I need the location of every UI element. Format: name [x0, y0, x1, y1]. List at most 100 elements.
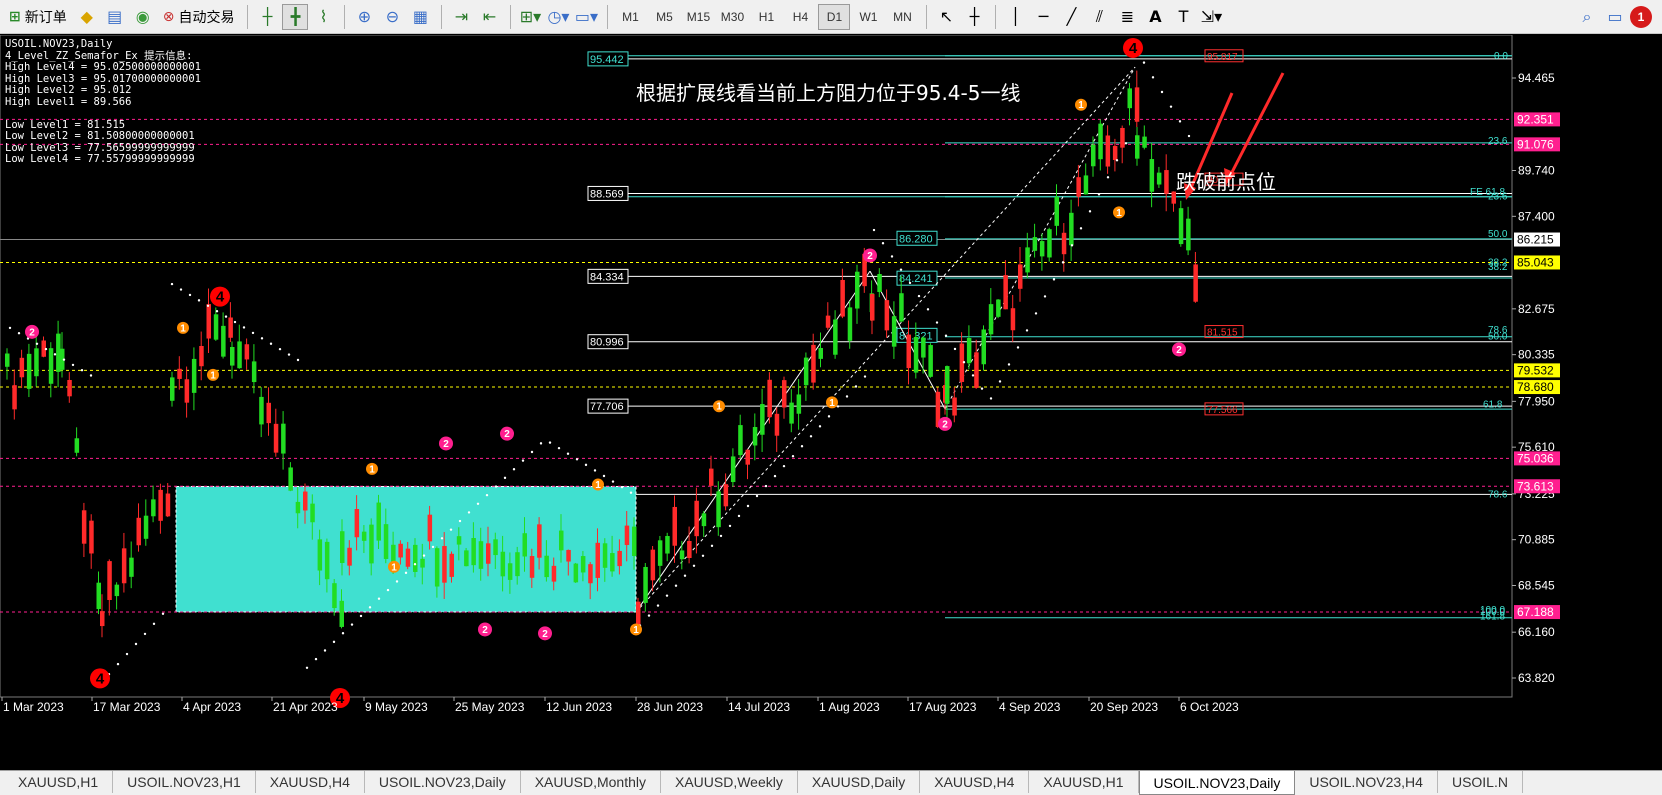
price-axis-label: 94.465 — [1518, 71, 1555, 85]
gold-bars-icon[interactable]: ◆ — [74, 4, 100, 30]
chart-tab[interactable]: XAUUSD,Weekly — [661, 771, 798, 793]
fibonacci-retracement-icon[interactable]: ≣ — [1114, 4, 1140, 30]
candle-body — [921, 337, 926, 358]
globe-icon[interactable]: ◉ — [130, 4, 156, 30]
date-axis-label: 14 Jul 2023 — [728, 700, 790, 714]
candle-body — [1149, 159, 1155, 192]
notification-badge[interactable]: 1 — [1630, 5, 1652, 28]
toolbar-separator — [995, 4, 997, 29]
chart-shift-icon[interactable]: ⇤ — [476, 4, 502, 30]
chart-tab[interactable]: XAUUSD,H1 — [4, 771, 114, 793]
candle-body — [632, 526, 637, 556]
semafor-label: 2 — [29, 327, 35, 338]
fibonacci-channel-icon[interactable]: ⫽ — [1086, 4, 1112, 30]
sar-dot — [953, 347, 957, 351]
zoom-in-icon[interactable]: ⊕ — [351, 4, 377, 30]
candle-body — [1193, 264, 1198, 302]
candle-body — [332, 583, 337, 609]
chart-window[interactable]: 95.442 88.569 84.334 80.996 77.706 86.280 84.2… — [0, 35, 1662, 770]
candle-body — [595, 542, 600, 578]
timeframe-d1[interactable]: D1 — [818, 3, 851, 30]
templates-icon[interactable]: ▭▾ — [573, 4, 599, 30]
indicators-icon[interactable]: ⊞▾ — [517, 4, 543, 30]
chart-tab[interactable]: XAUUSD,Daily — [798, 771, 921, 793]
chart-tab[interactable]: USOIL.NOV23,Daily — [365, 771, 521, 793]
auto-scroll-icon[interactable]: ⇥ — [448, 4, 474, 30]
sar-dot — [719, 534, 723, 538]
chart-tab[interactable]: USOIL.NOV23,Daily — [1138, 771, 1296, 795]
candle-body — [551, 565, 557, 582]
candle-body — [199, 345, 204, 367]
candle-body — [996, 299, 1001, 317]
sar-dot — [1043, 295, 1047, 298]
sar-dot — [440, 537, 444, 540]
fib-level-label: 23.6 — [1488, 136, 1508, 147]
candle-body — [825, 315, 831, 328]
crosshair-icon[interactable]: ┼ — [961, 4, 987, 30]
semafor-label: 1 — [1078, 100, 1084, 111]
price-tag-label: 91.076 — [1517, 137, 1554, 151]
timeframe-mn[interactable]: MN — [886, 4, 918, 30]
candle-body — [213, 314, 219, 340]
timeframe-m1[interactable]: M1 — [614, 4, 646, 30]
date-axis-label: 4 Sep 2023 — [999, 700, 1061, 714]
zoom-out-icon[interactable]: ⊖ — [379, 4, 405, 30]
timeframe-m5[interactable]: M5 — [648, 4, 680, 30]
fib-level-label: 50.0 — [1488, 332, 1508, 343]
timeframe-w1[interactable]: W1 — [852, 4, 884, 30]
trendline-icon[interactable]: ╱ — [1058, 4, 1084, 30]
candle-body — [206, 304, 211, 339]
chart-tab[interactable]: XAUUSD,H1 — [1029, 771, 1139, 793]
horizontal-line-icon[interactable]: ─ — [1030, 4, 1056, 30]
candle-body — [1039, 241, 1045, 257]
auto-trade-button[interactable]: ⊗ 自动交易 — [158, 4, 240, 30]
chart-tab[interactable]: XAUUSD,H4 — [256, 771, 365, 793]
text-icon[interactable]: A — [1142, 4, 1168, 30]
search-icon[interactable]: ⌕ — [1574, 4, 1600, 30]
market-watch-icon[interactable]: ▤ — [102, 4, 128, 30]
candle-body — [544, 555, 549, 578]
candle-body — [303, 491, 308, 511]
timeframe-h4[interactable]: H4 — [784, 4, 816, 30]
sar-dot — [71, 363, 75, 367]
timeframe-m30[interactable]: M30 — [716, 4, 748, 30]
candle-body — [121, 548, 127, 584]
candle-body — [339, 600, 344, 627]
new-order-button[interactable]: ⊞ 新订单 — [4, 4, 72, 30]
sar-dot — [755, 494, 759, 498]
price-axis-label: 66.160 — [1518, 625, 1555, 639]
chat-icon[interactable]: ▭ — [1602, 4, 1628, 30]
sar-dot — [710, 544, 714, 548]
line-chart-icon[interactable]: ⌇ — [310, 4, 336, 30]
toolbar: ⊞ 新订单 ◆ ▤ ◉ ⊗ 自动交易 ┼ ╋ ⌇ ⊕ ⊖ ▦ ⇥ ⇤ ⊞▾ ◷▾… — [0, 0, 1662, 34]
candle-body — [442, 546, 447, 583]
candle-body — [5, 353, 10, 367]
bar-chart-icon[interactable]: ┼ — [254, 4, 280, 30]
sar-dot — [971, 374, 975, 377]
new-order-label: 新订单 — [24, 9, 67, 26]
chart-tab[interactable]: USOIL.N — [1438, 771, 1523, 793]
chart-tab[interactable]: XAUUSD,H4 — [920, 771, 1030, 793]
candle-body — [486, 543, 491, 564]
candle-body — [891, 316, 897, 347]
arrows-icon[interactable]: ⇲▾ — [1198, 4, 1224, 30]
sar-dot — [944, 334, 948, 337]
chart-tab[interactable]: XAUUSD,Monthly — [521, 771, 661, 793]
periods-clock-icon[interactable]: ◷▾ — [545, 4, 571, 30]
candle-body — [1164, 170, 1169, 194]
timeframe-h1[interactable]: H1 — [750, 4, 782, 30]
cursor-icon[interactable]: ↖ — [933, 4, 959, 30]
sar-dot — [449, 528, 453, 531]
sar-dot — [1007, 363, 1011, 366]
chart-tab[interactable]: USOIL.NOV23,H4 — [1295, 771, 1438, 793]
timeframe-m15[interactable]: M15 — [682, 4, 714, 30]
sar-dot — [728, 524, 732, 528]
candlestick-icon[interactable]: ╋ — [282, 3, 309, 30]
sar-dot — [899, 268, 903, 271]
vertical-line-icon[interactable]: │ — [1002, 4, 1028, 30]
sar-dot — [890, 255, 894, 258]
text-label-icon[interactable]: T — [1170, 4, 1196, 30]
sar-dot — [143, 632, 147, 636]
tile-windows-icon[interactable]: ▦ — [407, 4, 433, 30]
chart-tab[interactable]: USOIL.NOV23,H1 — [113, 771, 256, 793]
